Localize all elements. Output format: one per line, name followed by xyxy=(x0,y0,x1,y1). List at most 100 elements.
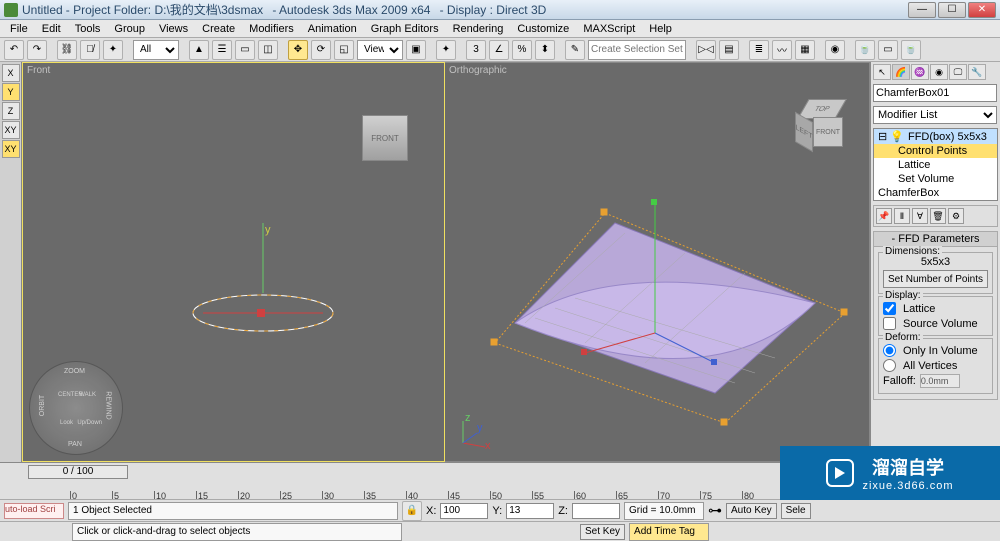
spinner-snap-button[interactable]: ⬍ xyxy=(535,40,555,60)
axis-z-button[interactable]: Z xyxy=(2,102,20,120)
set-key-button[interactable]: Set Key xyxy=(580,524,625,540)
menu-create[interactable]: Create xyxy=(196,22,241,36)
stack-ffd[interactable]: ⊟ 💡 FFD(box) 5x5x3 xyxy=(874,129,997,144)
window-maximize-button[interactable]: ☐ xyxy=(938,2,966,18)
select-object-button[interactable]: ▲ xyxy=(189,40,209,60)
only-in-volume-radio[interactable] xyxy=(883,344,896,357)
rendered-frame-button[interactable]: ▭ xyxy=(878,40,898,60)
material-editor-button[interactable]: ◉ xyxy=(825,40,845,60)
display-tab[interactable]: 🖵 xyxy=(949,64,967,80)
motion-tab[interactable]: ◉ xyxy=(930,64,948,80)
render-setup-button[interactable]: 🍵 xyxy=(855,40,875,60)
named-selection-input[interactable] xyxy=(588,40,686,60)
menu-maxscript[interactable]: MAXScript xyxy=(577,22,641,36)
window-crossing-button[interactable]: ◫ xyxy=(258,40,278,60)
menu-customize[interactable]: Customize xyxy=(511,22,575,36)
schematic-view-button[interactable]: ▦ xyxy=(795,40,815,60)
status-row: uto-load Scri 1 Object Selected 🔒 X: Y: … xyxy=(0,499,1000,521)
undo-button[interactable]: ↶ xyxy=(4,40,24,60)
redo-button[interactable]: ↷ xyxy=(27,40,47,60)
ref-coord-select[interactable]: View xyxy=(357,40,403,60)
hierarchy-tab[interactable]: ♒ xyxy=(911,64,929,80)
viewcube-front[interactable]: FRONT xyxy=(362,115,408,161)
selection-lock-button[interactable]: 🔒 xyxy=(402,501,422,521)
viewport-front[interactable]: Front FRONT y ZOOM PAN ORBIT REWIND CENT… xyxy=(22,62,445,462)
selection-filter-select[interactable]: All xyxy=(133,40,179,60)
ruler-tick: 35 xyxy=(364,491,376,499)
stack-lattice[interactable]: Lattice xyxy=(874,158,997,172)
percent-snap-button[interactable]: % xyxy=(512,40,532,60)
axis-y-button[interactable]: Y xyxy=(2,83,20,101)
mirror-button[interactable]: ▷◁ xyxy=(696,40,716,60)
menu-tools[interactable]: Tools xyxy=(69,22,107,36)
ruler-tick: 75 xyxy=(700,491,712,499)
auto-key-button[interactable]: Auto Key xyxy=(726,503,777,519)
edit-named-selection-button[interactable]: ✎ xyxy=(565,40,585,60)
select-rotate-button[interactable]: ⟳ xyxy=(311,40,331,60)
bind-spacewarp-button[interactable]: ✦ xyxy=(103,40,123,60)
menu-views[interactable]: Views xyxy=(153,22,194,36)
ruler-tick: 25 xyxy=(280,491,292,499)
link-button[interactable]: ⛓ xyxy=(57,40,77,60)
window-minimize-button[interactable]: — xyxy=(908,2,936,18)
rollup-title[interactable]: - FFD Parameters xyxy=(874,232,997,247)
menu-group[interactable]: Group xyxy=(108,22,151,36)
all-vertices-radio[interactable] xyxy=(883,359,896,372)
pivot-center-button[interactable]: ▣ xyxy=(406,40,426,60)
pin-stack-button[interactable]: 📌 xyxy=(876,208,892,224)
time-slider-handle[interactable]: 0 / 100 xyxy=(28,465,128,479)
configure-sets-button[interactable]: ⚙ xyxy=(948,208,964,224)
window-close-button[interactable]: ✕ xyxy=(968,2,996,18)
utilities-tab[interactable]: 🔧 xyxy=(968,64,986,80)
source-volume-checkbox[interactable] xyxy=(883,317,896,330)
axis-xy2-button[interactable]: XY xyxy=(2,140,20,158)
modify-tab[interactable]: 🌈 xyxy=(892,64,910,80)
stack-control-points[interactable]: Control Points xyxy=(874,144,997,158)
menu-rendering[interactable]: Rendering xyxy=(447,22,510,36)
layer-manager-button[interactable]: ≣ xyxy=(749,40,769,60)
z-coord-input[interactable] xyxy=(572,503,620,519)
key-mode-icon[interactable]: ⊶ xyxy=(708,502,722,519)
render-production-button[interactable]: 🍵 xyxy=(901,40,921,60)
select-move-button[interactable]: ✥ xyxy=(288,40,308,60)
menu-modifiers[interactable]: Modifiers xyxy=(243,22,300,36)
lattice-checkbox[interactable] xyxy=(883,302,896,315)
select-manipulate-button[interactable]: ✦ xyxy=(436,40,456,60)
remove-modifier-button[interactable]: 🗑 xyxy=(930,208,946,224)
window-titlebar: Untitled - Project Folder: D:\我的文档\3dsma… xyxy=(0,0,1000,20)
select-region-rect-button[interactable]: ▭ xyxy=(235,40,255,60)
maxscript-listener-mini[interactable]: uto-load Scri xyxy=(4,503,64,519)
viewport-front-label: Front xyxy=(27,65,50,76)
unlink-button[interactable]: ⛓̸ xyxy=(80,40,100,60)
stack-chamferbox[interactable]: ChamferBox xyxy=(874,186,997,200)
viewport-orthographic[interactable]: Orthographic TOP LEFT FRONT xyxy=(445,62,870,462)
menu-edit[interactable]: Edit xyxy=(36,22,67,36)
title-app: - Autodesk 3ds Max 2009 x64 xyxy=(272,3,430,17)
navigation-wheel[interactable]: ZOOM PAN ORBIT REWIND CENTER WALK Look U… xyxy=(29,361,123,455)
select-scale-button[interactable]: ◱ xyxy=(334,40,354,60)
menu-graph-editors[interactable]: Graph Editors xyxy=(365,22,445,36)
curve-editor-button[interactable]: 〰 xyxy=(772,40,792,60)
axis-x-button[interactable]: X xyxy=(2,64,20,82)
align-button[interactable]: ▤ xyxy=(719,40,739,60)
x-coord-input[interactable] xyxy=(440,503,488,519)
object-name-input[interactable] xyxy=(873,84,997,102)
axis-xy-button[interactable]: XY xyxy=(2,121,20,139)
y-coord-input[interactable] xyxy=(506,503,554,519)
modifier-list-select[interactable]: Modifier List xyxy=(873,106,997,124)
stack-controls: 📌 Ⅱ ∀ 🗑 ⚙ xyxy=(873,205,998,227)
set-number-of-points-button[interactable]: Set Number of Points xyxy=(883,270,988,288)
menu-file[interactable]: File xyxy=(4,22,34,36)
make-unique-button[interactable]: ∀ xyxy=(912,208,928,224)
menu-help[interactable]: Help xyxy=(643,22,678,36)
create-tab[interactable]: ↖ xyxy=(873,64,891,80)
show-end-result-button[interactable]: Ⅱ xyxy=(894,208,910,224)
menu-animation[interactable]: Animation xyxy=(302,22,363,36)
angle-snap-button[interactable]: ∠ xyxy=(489,40,509,60)
select-by-name-button[interactable]: ☰ xyxy=(212,40,232,60)
snap-toggle-button[interactable]: 3 xyxy=(466,40,486,60)
stack-set-volume[interactable]: Set Volume xyxy=(874,172,997,186)
selected-filter-button[interactable]: Sele xyxy=(781,503,811,519)
svg-text:y: y xyxy=(477,422,483,434)
modifier-stack[interactable]: ⊟ 💡 FFD(box) 5x5x3 Control Points Lattic… xyxy=(873,128,998,201)
